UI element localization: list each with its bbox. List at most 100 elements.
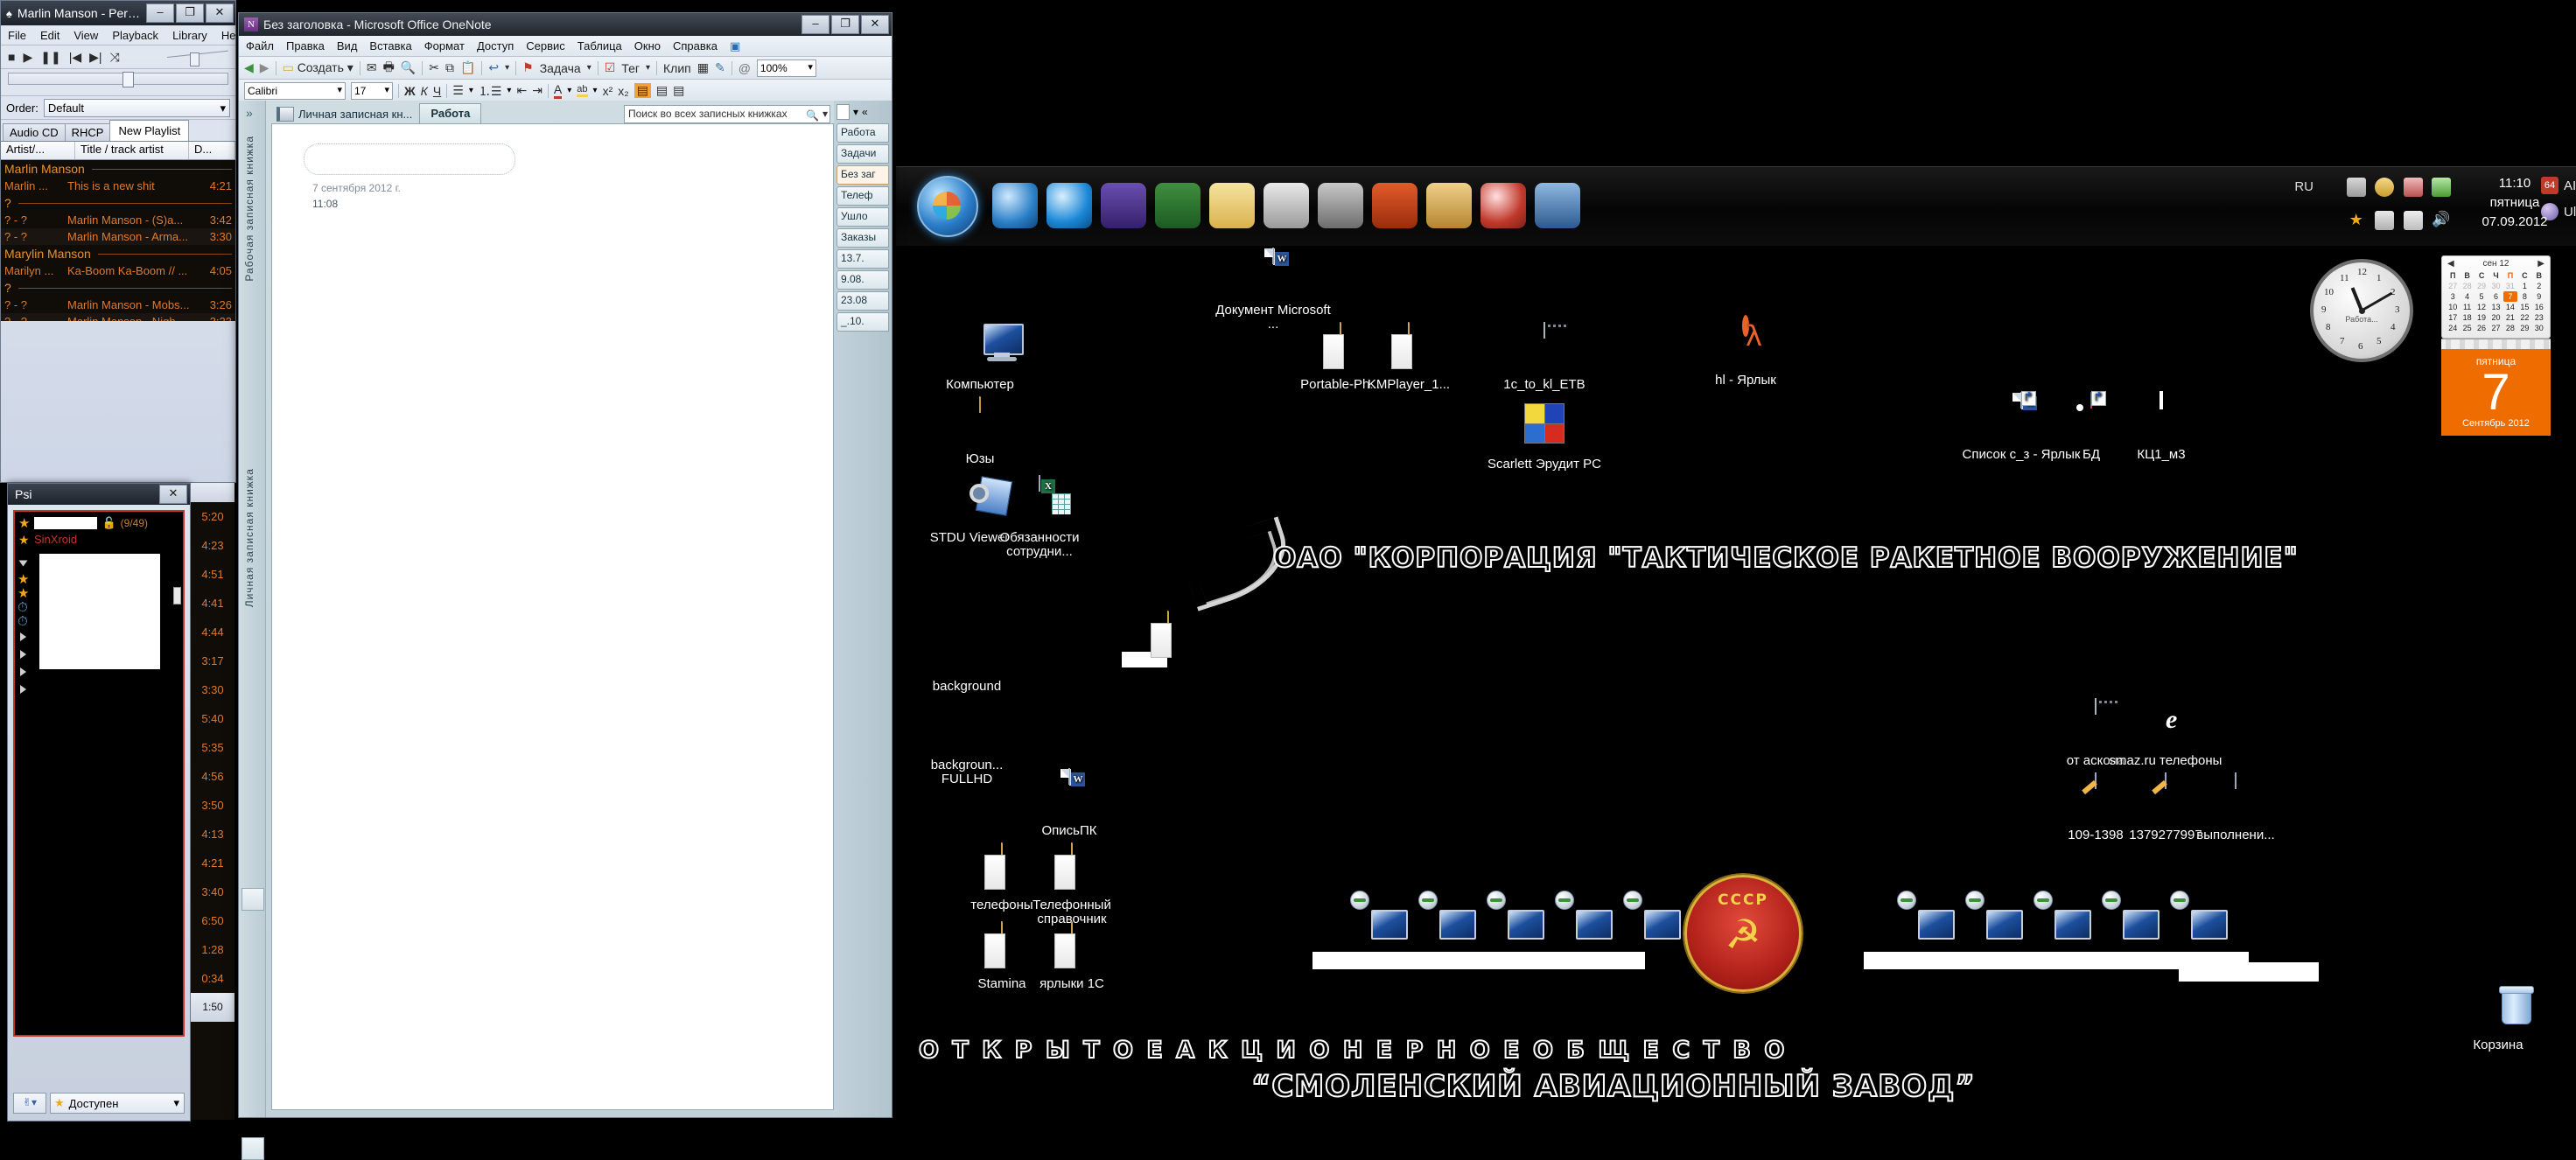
notebook-label-work[interactable]: Рабочая записная книжка bbox=[243, 136, 256, 282]
notebook-label-personal[interactable]: Личная записная книжка bbox=[243, 468, 256, 607]
search-dropdown-icon[interactable]: ▾ bbox=[822, 106, 828, 122]
random-button[interactable]: ⤨ bbox=[110, 50, 120, 65]
desktop-icon-kmplayer[interactable]: KMPlayer_1... bbox=[1348, 322, 1470, 392]
volume-slider[interactable] bbox=[166, 50, 228, 66]
page-title-input[interactable] bbox=[304, 143, 515, 175]
calendar-day-cell[interactable]: 6 bbox=[2488, 291, 2502, 302]
onenote-navigation-bar[interactable]: » Рабочая записная книжка Личная записна… bbox=[239, 101, 266, 1160]
calendar-day-cell[interactable]: 20 bbox=[2488, 312, 2502, 323]
chevron-right-icon[interactable] bbox=[20, 667, 26, 676]
quicklaunch-vlc-icon[interactable] bbox=[1101, 183, 1146, 228]
desktop-icon-yuzy[interactable]: Юзы bbox=[919, 396, 1041, 466]
ink-icon[interactable]: ✎ bbox=[715, 60, 725, 75]
menu-item-window[interactable]: Окно bbox=[634, 39, 661, 52]
nav-button-recycle[interactable] bbox=[242, 1137, 264, 1160]
quicklaunch-chrome-icon[interactable] bbox=[1535, 183, 1580, 228]
psi-titlebar[interactable]: Psi ✕ bbox=[8, 484, 190, 505]
chevron-right-icon[interactable] bbox=[20, 650, 26, 659]
print-icon[interactable]: 🖶 bbox=[383, 58, 395, 79]
collapse-icon[interactable]: « bbox=[862, 106, 868, 118]
playlist-track-row[interactable]: Marlin ... This is a new shit 4:21 bbox=[1, 178, 235, 194]
search-input[interactable]: Поиск во всех записных книжках 🔍 ▾ bbox=[624, 105, 830, 123]
playlist-tab-rhcp[interactable]: RHCP bbox=[64, 123, 111, 141]
font-name-select[interactable]: Calibri bbox=[244, 81, 346, 100]
new-page-button[interactable]: ▾ « bbox=[836, 104, 889, 120]
close-button[interactable]: ✕ bbox=[861, 15, 889, 34]
onenote-page-tabs[interactable]: ▾ « Работа Задачи Без заг Телеф Ушло Заказы 13… bbox=[834, 101, 892, 1117]
calendar-day-cell[interactable]: 9 bbox=[2532, 291, 2546, 302]
psi-window[interactable]: Psi ✕ ★ 🔓 (9/49) ★ SinXroid ★ ★ ⏱ ⏱ ✌▾ ★… bbox=[7, 483, 191, 1122]
italic-button[interactable]: К bbox=[421, 84, 428, 98]
foobar-menubar[interactable]: File Edit View Playback Library Help bbox=[1, 25, 245, 45]
copy-icon[interactable]: ⧉ bbox=[445, 60, 454, 75]
desktop-icon-word-document[interactable]: W Документ Microsoft ... bbox=[1212, 248, 1334, 332]
table-icon[interactable]: ▦ bbox=[697, 60, 709, 75]
desktop-icon-smaz-ru[interactable]: smaz.ru телефоны bbox=[2104, 700, 2227, 768]
playback-order-row[interactable]: Order: Default bbox=[1, 96, 235, 120]
menu-item-share[interactable]: Доступ bbox=[477, 39, 514, 52]
quicklaunch-browser-icon[interactable] bbox=[992, 183, 1038, 228]
desktop-icon-yarlyki-1c[interactable]: ярлыки 1С bbox=[1011, 921, 1133, 991]
taskbar-clock[interactable]: 11:10 пятница 07.09.2012 bbox=[2462, 174, 2567, 232]
quicklaunch-ie-icon[interactable] bbox=[1046, 183, 1092, 228]
psi-star-icon[interactable]: ★ bbox=[2347, 211, 2366, 230]
notes-icon[interactable] bbox=[2403, 178, 2423, 197]
calendar-day-cell[interactable]: 10 bbox=[2446, 302, 2460, 312]
playlist-column-headers[interactable]: Artist/... Title / track artist D... bbox=[1, 142, 235, 160]
indent-icon[interactable]: ⇥ bbox=[532, 83, 542, 98]
calendar-day-cell[interactable]: 24 bbox=[2446, 323, 2460, 333]
toolbar-options-icon[interactable]: ▣ bbox=[730, 39, 740, 53]
nav-button-unfiled[interactable] bbox=[242, 888, 264, 911]
print-preview-icon[interactable]: 🔍 bbox=[401, 60, 416, 75]
quicklaunch-foobar-icon[interactable] bbox=[1318, 183, 1363, 228]
zoom-select[interactable]: 100% bbox=[756, 59, 816, 77]
subscript-button[interactable]: x₂ bbox=[618, 84, 628, 98]
pause-button[interactable]: ❚❚ bbox=[40, 50, 60, 65]
psi-account-button[interactable]: ✌▾ bbox=[13, 1093, 46, 1114]
page-tab[interactable]: Заказы bbox=[836, 228, 889, 248]
calendar-day-cell[interactable]: 29 bbox=[2517, 323, 2531, 333]
column-header-duration[interactable]: D... bbox=[189, 142, 235, 159]
page-tab[interactable]: 9.08. bbox=[836, 270, 889, 290]
quicklaunch-kmplayer-icon[interactable] bbox=[1155, 183, 1200, 228]
back-button[interactable]: ◀ bbox=[244, 60, 254, 75]
menu-item-format[interactable]: Формат bbox=[424, 39, 465, 52]
calendar-day-cell[interactable]: 23 bbox=[2532, 312, 2546, 323]
desktop-icon-half-life[interactable]: hl - Ярлык bbox=[1684, 315, 1807, 388]
calendar-day-cell[interactable]: 13 bbox=[2488, 302, 2502, 312]
onenote-titlebar[interactable]: N Без заголовка - Microsoft Office OneNo… bbox=[239, 13, 892, 36]
onenote-standard-toolbar[interactable]: ◀ ▶ ▭ Создать ▾ ✉ 🖶 🔍 ✂ ⧉ 📋 ↩ ▾ ⚑ Задача… bbox=[239, 57, 892, 80]
calendar-prev-button[interactable]: ◀ bbox=[2447, 259, 2454, 269]
volume-icon[interactable]: 🔊 bbox=[2432, 211, 2451, 230]
psi-close-button[interactable]: ✕ bbox=[159, 485, 187, 504]
desktop-icon-opis-pk[interactable]: W ОписьПК bbox=[1008, 768, 1130, 838]
desktop-icon-obyazannosti[interactable]: X Обязанности сотрудни... bbox=[978, 475, 1101, 559]
desktop-icon-vypolneni[interactable]: выполнени... bbox=[2174, 772, 2297, 842]
menu-item-file[interactable]: File bbox=[8, 29, 26, 42]
cut-icon[interactable]: ✂ bbox=[429, 60, 439, 75]
quicklaunch-opera-icon[interactable] bbox=[1480, 183, 1526, 228]
psi-status-select[interactable]: ★ Доступен bbox=[50, 1093, 185, 1114]
menu-item-view[interactable]: Вид bbox=[337, 39, 358, 52]
onenote-section-tabs[interactable]: Личная записная кн... Работа Поиск во вс… bbox=[266, 101, 834, 123]
superscript-button[interactable]: x² bbox=[603, 84, 613, 98]
maximize-button[interactable]: ❐ bbox=[176, 3, 204, 23]
start-button[interactable] bbox=[917, 176, 978, 237]
calendar-today-cell[interactable]: 7 bbox=[2502, 291, 2518, 302]
expand-nav-icon[interactable]: » bbox=[246, 106, 253, 120]
undo-icon[interactable]: ↩ bbox=[488, 60, 499, 75]
at-icon[interactable]: @ bbox=[738, 61, 751, 75]
calendar-day-cell[interactable]: 25 bbox=[2460, 323, 2474, 333]
calendar-day-cell[interactable]: 12 bbox=[2474, 302, 2488, 312]
page-tab[interactable]: _.10. bbox=[836, 312, 889, 332]
onenote-window[interactable]: N Без заголовка - Microsoft Office OneNo… bbox=[238, 12, 892, 1160]
foobar2000-window[interactable]: ♠ Marlin Manson - Perso... – ❐ ✕ File Ed… bbox=[0, 0, 245, 483]
calendar-day-cell[interactable]: 5 bbox=[2474, 291, 2488, 302]
menu-item-library[interactable]: Library bbox=[172, 29, 207, 42]
onenote-page-canvas[interactable]: 7 сентября 2012 г. 11:08 bbox=[271, 123, 834, 1110]
calendar-day-cell[interactable]: 28 bbox=[2460, 281, 2474, 291]
calendar-next-button[interactable]: ▶ bbox=[2538, 259, 2544, 269]
highlight-button[interactable]: ab bbox=[577, 84, 588, 97]
usb-icon[interactable] bbox=[2346, 178, 2366, 197]
calendar-day-cell[interactable]: 11 bbox=[2460, 302, 2474, 312]
